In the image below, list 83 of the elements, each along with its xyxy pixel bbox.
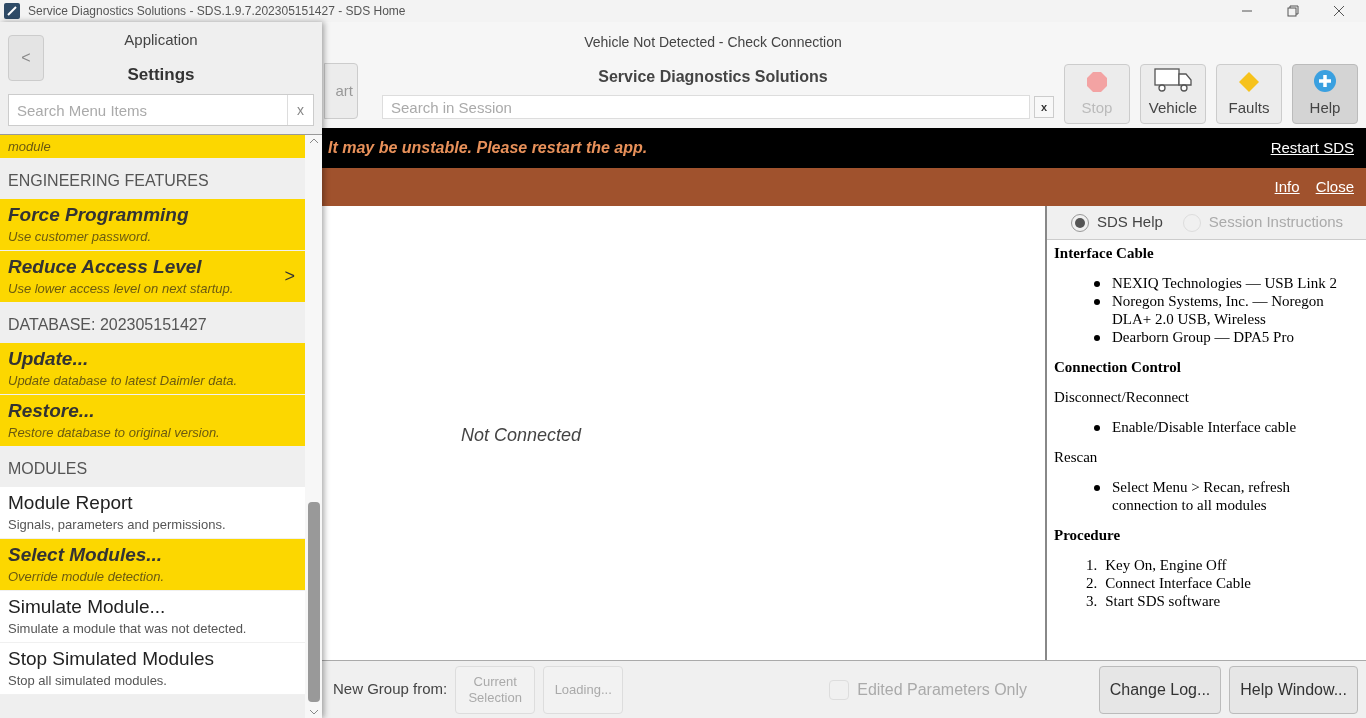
menu-item-subtitle: Use lower access level on next startup. [8, 279, 235, 298]
bullet-icon [1094, 335, 1100, 341]
menu-item-subtitle: Simulate a module that was not detected. [8, 619, 248, 638]
app-logo-icon [4, 3, 20, 19]
bullet-icon [1094, 299, 1100, 305]
app-name: Service Diagnostics Solutions [598, 67, 828, 87]
menu-item-title: Stop Simulated Modules [8, 646, 215, 671]
menu-item[interactable]: Restore... Restore database to original version. [0, 395, 305, 447]
menu-item[interactable]: Force Programming Use customer password. [0, 199, 305, 251]
help-heading: Interface Cable [1054, 244, 1155, 262]
truck-icon [1153, 66, 1193, 93]
section-heading: MODULES [7, 459, 89, 479]
help-text: Disconnect/Reconnect [1054, 388, 1190, 406]
vehicle-status: Vehicle Not Detected - Check Connection [584, 33, 842, 52]
menu-item-title: Select Modules... [8, 542, 164, 567]
scroll-down-icon[interactable] [308, 708, 319, 716]
bottom-action-button[interactable]: Help Window... [1229, 665, 1358, 714]
menu-item[interactable]: Select Modules... Override module detection. [0, 539, 305, 591]
menu-item-title: Update... [8, 346, 90, 371]
menu-item-title: Module Report [8, 490, 134, 515]
list-number: 1. [1086, 556, 1098, 574]
clear-search-button[interactable]: x [287, 95, 313, 125]
menu-item-title: Reduce Access Level [8, 254, 203, 279]
section-heading: ENGINEERING FEATURES [7, 171, 210, 191]
help-list-item: NEXIQ Technologies — USB Link 2 [1112, 274, 1337, 292]
list-number: 3. [1086, 592, 1098, 610]
menu-item-title: Simulate Module... [8, 594, 167, 619]
scrollbar[interactable] [305, 135, 322, 718]
chevron-icon: > [284, 263, 295, 290]
menu-item[interactable]: module [0, 135, 305, 159]
help-list-item: Connect Interface Cable [1105, 574, 1251, 592]
diamond-icon [1238, 70, 1260, 93]
info-bar-link[interactable]: Info [1274, 175, 1300, 199]
menu-item-title: Force Programming [8, 202, 190, 227]
menu-item-subtitle: module [8, 137, 52, 156]
help-list-item: Enable/Disable Interface cable [1112, 418, 1297, 436]
bottom-action-button[interactable]: Change Log... [1098, 665, 1222, 714]
maximize-icon[interactable] [1287, 5, 1299, 17]
close-icon[interactable] [1333, 5, 1345, 17]
help-list-item: Dearborn Group — DPA5 Pro [1112, 328, 1294, 346]
menu-item-subtitle: Update database to latest Daimler data. [8, 371, 239, 390]
menu-item-subtitle: Stop all simulated modules. [8, 671, 168, 690]
toolbar-button[interactable]: Help [1292, 64, 1358, 124]
help-radio-option[interactable]: SDS Help [1071, 211, 1163, 234]
menu-item[interactable]: Reduce Access Level Use lower access level on next startup. > [0, 251, 305, 303]
bullet-icon [1094, 425, 1100, 431]
help-list-item: Select Menu > Recan, refresh connection to all modules [1112, 478, 1291, 514]
help-list-item: Start SDS software [1105, 592, 1221, 610]
warning-message: It may be unstable. Please restart the app. [328, 138, 648, 158]
window-title: Service Diagnostics Solutions - SDS.1.9.7.202305151427 - SDS Home [28, 3, 406, 20]
connection-status: Not Connected [461, 425, 582, 445]
menu-item-subtitle: Signals, parameters and permissions. [8, 515, 227, 534]
menu-item-subtitle: Override module detection. [8, 567, 166, 586]
help-list-item: Noregon Systems, Inc. — Noregon DLA+ 2.0 USB, Wireless [1112, 292, 1325, 328]
toolbar-button[interactable]: Vehicle [1140, 64, 1206, 124]
menu-item[interactable]: Module Report Signals, parameters and permissions. [0, 487, 305, 539]
menu-item-title: Restore... [8, 398, 96, 423]
section-heading: DATABASE: 202305151427 [7, 315, 208, 335]
new-group-label: New Group from: [333, 679, 448, 700]
help-list-item: Key On, Engine Off [1105, 556, 1227, 574]
bullet-icon [1094, 485, 1100, 491]
menu-search-field[interactable]: Search Menu Items x [8, 94, 314, 126]
help-heading: Procedure [1054, 526, 1122, 544]
menu-item-subtitle: Restore database to original version. [8, 423, 221, 442]
panel-title: Settings [127, 63, 195, 86]
menu-item[interactable]: Update... Update database to latest Daimler data. [0, 343, 305, 395]
info-bar-link[interactable]: Close [1315, 175, 1354, 199]
clear-search-button[interactable]: x [1034, 96, 1054, 118]
plus-circle-icon [1313, 68, 1337, 93]
help-heading: Connection Control [1054, 358, 1182, 376]
help-text: Rescan [1054, 448, 1099, 466]
menu-item-subtitle: Use customer password. [8, 227, 153, 246]
restart-link[interactable]: Restart SDS [1270, 136, 1354, 160]
scrollbar-thumb[interactable] [307, 502, 320, 702]
list-number: 2. [1086, 574, 1098, 592]
stop-sign-icon [1086, 70, 1108, 93]
menu-item[interactable]: Simulate Module... Simulate a module that was not detected. [0, 591, 305, 643]
scroll-up-icon[interactable] [308, 137, 319, 145]
menu-item[interactable]: Stop Simulated Modules Stop all simulated modules. [0, 643, 305, 695]
toolbar-button[interactable]: Faults [1216, 64, 1282, 124]
panel-caption: Application [124, 30, 198, 50]
bullet-icon [1094, 281, 1100, 287]
session-search-field[interactable]: Search in Session [382, 95, 1030, 119]
